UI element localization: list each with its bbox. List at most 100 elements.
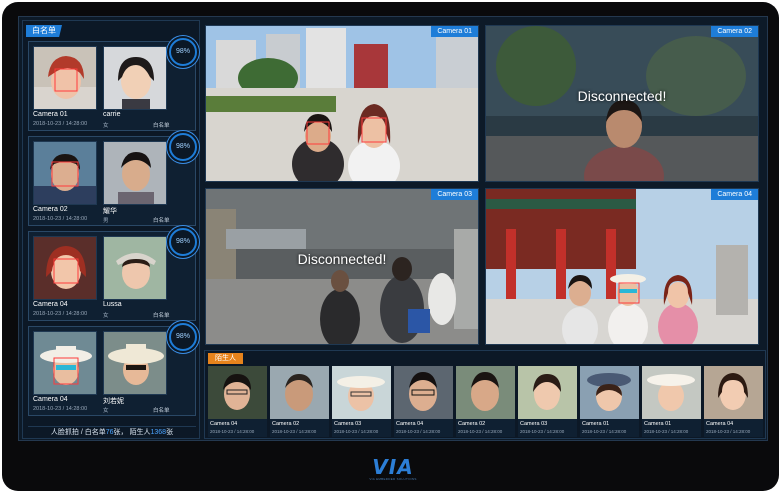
stranger-camera-label: Camera 04: [706, 421, 734, 427]
stranger-camera-label: Camera 01: [582, 421, 610, 427]
match-list-type: 白名单: [153, 218, 170, 224]
match-person-name: Lussa: [103, 301, 122, 308]
match-gender: 女: [103, 408, 109, 414]
similarity-badge: 98%: [169, 323, 197, 351]
database-face-image: [103, 141, 167, 205]
match-camera-label: Camera 01: [33, 111, 68, 118]
stranger-timestamp: 2018-10-23 / 14:28:00: [334, 429, 379, 434]
stranger-timestamp: 2018-10-23 / 14:28:00: [706, 429, 751, 434]
stranger-timestamp: 2018-10-23 / 14:28:00: [458, 429, 503, 434]
stranger-panel: 陌生人 Camera 04 2018-10-23 / 14:28:00 Came…: [204, 350, 766, 439]
stranger-timestamp: 2018-10-23 / 14:28:00: [520, 429, 565, 434]
stranger-face-image: [456, 366, 515, 419]
stranger-timestamp: 2018-10-23 / 14:28:00: [272, 429, 317, 434]
stranger-camera-label: Camera 02: [272, 421, 300, 427]
match-timestamp: 2018-10-23 / 14:28:00: [33, 406, 88, 412]
camera-1-video: [206, 26, 478, 181]
stranger-face-image: [208, 366, 267, 419]
match-gender: 男: [103, 218, 109, 224]
stranger-card[interactable]: Camera 02 2018-10-23 / 14:28:00: [456, 366, 515, 437]
stranger-tab[interactable]: 陌生人: [208, 353, 243, 364]
match-person-name: 刘若妮: [103, 398, 124, 405]
camera-2-video: [486, 26, 758, 181]
stats-suffix: 张: [166, 429, 174, 436]
monitor-frame: 白名单 98% Camera 01 2018-10-23 / 14:28:00 …: [2, 2, 779, 491]
match-camera-label: Camera 02: [33, 206, 68, 213]
camera-status-message: Disconnected!: [577, 88, 667, 104]
camera-label: Camera 02: [711, 26, 758, 37]
brand-logo: VIA VIA EMBEDDED SOLUTIONS: [368, 457, 418, 481]
stranger-face-image: [518, 366, 577, 419]
stats-mid: 张， 陌生人: [113, 429, 151, 436]
camera-feed-2[interactable]: Disconnected! Camera 02: [485, 25, 759, 182]
stranger-timestamp: 2018-10-23 / 14:28:00: [396, 429, 441, 434]
stranger-face-image: [704, 366, 763, 419]
stranger-face-image: [580, 366, 639, 419]
stranger-card[interactable]: Camera 04 2018-10-23 / 14:28:00: [704, 366, 763, 437]
stranger-card[interactable]: Camera 03 2018-10-23 / 14:28:00: [332, 366, 391, 437]
stranger-card[interactable]: Camera 02 2018-10-23 / 14:28:00: [270, 366, 329, 437]
stranger-card[interactable]: Camera 03 2018-10-23 / 14:28:00: [518, 366, 577, 437]
similarity-badge: 98%: [169, 228, 197, 256]
match-gender: 女: [103, 123, 109, 129]
whitelist-match-card[interactable]: 98% Camera 04 2018-10-23 / 14:28:00 刘若妮 …: [28, 323, 197, 416]
surveillance-screen: 白名单 98% Camera 01 2018-10-23 / 14:28:00 …: [18, 16, 768, 441]
camera-feed-3[interactable]: Disconnected! Camera 03: [205, 188, 479, 345]
match-timestamp: 2018-10-23 / 14:28:00: [33, 121, 88, 127]
match-list-type: 白名单: [153, 408, 170, 414]
match-list-type: 白名单: [153, 123, 170, 129]
whitelist-match-card[interactable]: 98% Camera 04 2018-10-23 / 14:28:00 Luss…: [28, 228, 197, 321]
stranger-timestamp: 2018-10-23 / 14:28:00: [582, 429, 627, 434]
match-timestamp: 2018-10-23 / 14:28:00: [33, 311, 88, 317]
stranger-camera-label: Camera 02: [458, 421, 486, 427]
stranger-count: 1368: [150, 429, 167, 436]
stranger-card[interactable]: Camera 04 2018-10-23 / 14:28:00: [208, 366, 267, 437]
stranger-timestamp: 2018-10-23 / 14:28:00: [644, 429, 689, 434]
stranger-card[interactable]: Camera 01 2018-10-23 / 14:28:00: [580, 366, 639, 437]
stranger-camera-label: Camera 04: [210, 421, 238, 427]
camera-label: Camera 04: [711, 189, 758, 200]
stranger-card[interactable]: Camera 04 2018-10-23 / 14:28:00: [394, 366, 453, 437]
camera-feed-1[interactable]: Camera 01: [205, 25, 479, 182]
stranger-face-image: [270, 366, 329, 419]
camera-feed-4[interactable]: Camera 04: [485, 188, 759, 345]
match-gender: 女: [103, 313, 109, 319]
stranger-camera-label: Camera 04: [396, 421, 424, 427]
via-logo: VIA: [372, 455, 414, 479]
captured-face-image: [33, 331, 97, 395]
database-face-image: [103, 46, 167, 110]
match-person-name: carrie: [103, 111, 121, 118]
match-camera-label: Camera 04: [33, 301, 68, 308]
camera-label: Camera 03: [431, 189, 478, 200]
match-camera-label: Camera 04: [33, 396, 68, 403]
stranger-face-image: [642, 366, 701, 419]
camera-label: Camera 01: [431, 26, 478, 37]
capture-stats: 人脸抓拍 / 白名单76张， 陌生人1368张: [28, 426, 196, 438]
whitelist-panel: 白名单 98% Camera 01 2018-10-23 / 14:28:00 …: [22, 20, 200, 439]
match-person-name: 耀华: [103, 208, 117, 215]
stranger-camera-label: Camera 01: [644, 421, 672, 427]
camera-status-message: Disconnected!: [297, 251, 387, 267]
stranger-camera-label: Camera 03: [334, 421, 362, 427]
similarity-badge: 98%: [169, 38, 197, 66]
whitelist-tab[interactable]: 白名单: [26, 25, 62, 37]
stranger-card[interactable]: Camera 01 2018-10-23 / 14:28:00: [642, 366, 701, 437]
brand-tagline: VIA EMBEDDED SOLUTIONS: [369, 477, 417, 481]
database-face-image: [103, 236, 167, 300]
whitelist-match-card[interactable]: 98% Camera 01 2018-10-23 / 14:28:00 carr…: [28, 38, 197, 131]
whitelist-count: 76: [105, 429, 114, 436]
camera-3-video: [206, 189, 478, 344]
stranger-camera-label: Camera 03: [520, 421, 548, 427]
whitelist-match-card[interactable]: 98% Camera 02 2018-10-23 / 14:28:00 耀华 男…: [28, 133, 197, 226]
captured-face-image: [33, 141, 97, 205]
stats-prefix: 人脸抓拍 / 白名单: [50, 429, 106, 436]
stranger-timestamp: 2018-10-23 / 14:28:00: [210, 429, 255, 434]
similarity-badge: 98%: [169, 133, 197, 161]
captured-face-image: [33, 236, 97, 300]
captured-face-image: [33, 46, 97, 110]
match-timestamp: 2018-10-23 / 14:28:00: [33, 216, 88, 222]
stranger-face-image: [332, 366, 391, 419]
database-face-image: [103, 331, 167, 395]
stranger-face-image: [394, 366, 453, 419]
match-list-type: 白名单: [153, 313, 170, 319]
